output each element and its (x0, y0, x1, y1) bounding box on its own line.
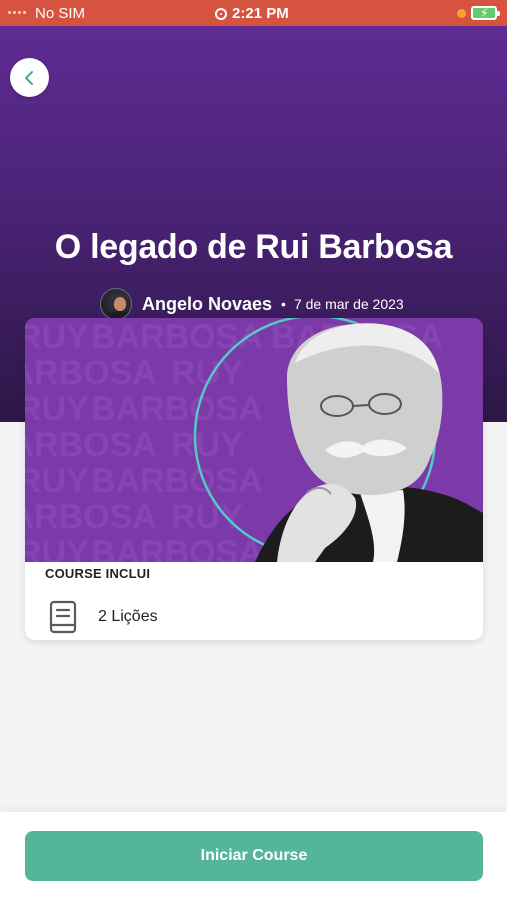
battery-charging-icon: ⚡ (471, 6, 500, 20)
watermark-text: RUY (171, 498, 243, 536)
lessons-count-text: 2 Lições (98, 608, 158, 625)
status-bar: No SIM 2:21 PM ⚡ (0, 0, 507, 26)
start-course-button[interactable]: Iniciar Course (25, 831, 483, 881)
status-time: 2:21 PM (232, 5, 289, 22)
course-title: O legado de Rui Barbosa (54, 228, 453, 266)
watermark-text: RUY (25, 462, 89, 500)
author-avatar[interactable] (100, 288, 132, 320)
bottom-action-bar: Iniciar Course (0, 812, 507, 900)
course-cover-image: RUY BARBOSA BARBOSA BARBOSA RUY RUY BARB… (25, 318, 483, 562)
watermark-text: RUY (25, 534, 89, 562)
signal-dots-icon (8, 11, 26, 14)
carrier-label: No SIM (35, 5, 86, 22)
author-name[interactable]: Angelo Novaes (142, 294, 272, 315)
lessons-count-row: 2 Lições (49, 600, 158, 634)
watermark-text: BARBOSA (91, 318, 263, 356)
clock: 2:21 PM (215, 5, 289, 22)
course-meta: Angelo Novaes • 7 de mar de 2023 (100, 288, 404, 320)
watermark-text: RUY (25, 390, 89, 428)
meta-separator: • (281, 296, 286, 312)
watermark-text: BARBOSA (91, 534, 263, 562)
course-card: RUY BARBOSA BARBOSA BARBOSA RUY RUY BARB… (25, 318, 483, 640)
watermark-text: BARBOSA (91, 390, 263, 428)
watermark-text: RUY (25, 318, 89, 356)
watermark-text: BARBOSA (25, 498, 157, 536)
cover-illustration: RUY BARBOSA BARBOSA BARBOSA RUY RUY BARB… (25, 318, 483, 562)
back-button[interactable] (10, 58, 49, 97)
publish-date: 7 de mar de 2023 (293, 296, 404, 312)
alarm-icon (215, 7, 227, 20)
watermark-text: BARBOSA (25, 354, 157, 392)
chevron-left-icon (24, 70, 33, 85)
course-screen: No SIM 2:21 PM ⚡ O legado de Rui Barbosa… (0, 0, 507, 900)
course-includes-label: COURSE INCLUI (45, 566, 151, 581)
orange-dot-indicator (457, 9, 466, 18)
book-icon (49, 600, 77, 634)
watermark-text: BARBOSA (91, 462, 263, 500)
watermark-text: RUY (171, 426, 243, 464)
watermark-text: BARBOSA (25, 426, 157, 464)
